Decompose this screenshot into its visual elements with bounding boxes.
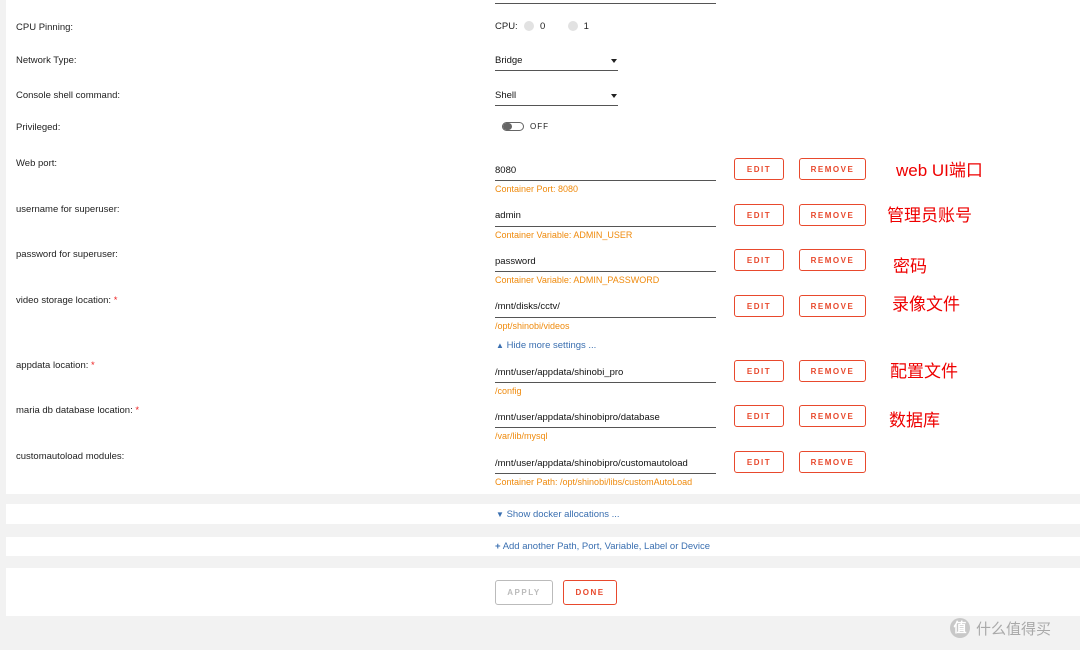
show-docker-allocations-link[interactable]: ▼ Show docker allocations ... [496, 509, 620, 520]
required-marker: * [135, 405, 140, 416]
autoload-edit-button[interactable]: EDIT [734, 451, 784, 473]
plus-icon: + [495, 541, 501, 552]
hide-more-settings-link[interactable]: ▲ Hide more settings ... [496, 340, 596, 351]
mariadb-remove-button[interactable]: REMOVE [799, 405, 866, 427]
mariadb-annotation: 数据库 [889, 411, 940, 430]
mariadb-hint: /var/lib/mysql [495, 431, 548, 441]
mariadb-underline [495, 427, 716, 428]
console-shell-label: Console shell command: [16, 90, 121, 101]
mariadb-input[interactable]: /mnt/user/appdata/shinobipro/database [495, 412, 660, 423]
cpu-0-radio[interactable] [524, 21, 535, 32]
username-underline [495, 226, 716, 227]
video-storage-remove-button[interactable]: REMOVE [799, 295, 866, 317]
autoload-input[interactable]: /mnt/user/appdata/shinobipro/customautol… [495, 458, 688, 469]
network-type-underline [495, 70, 618, 71]
privileged-label: Privileged: [16, 122, 61, 133]
appdata-annotation: 配置文件 [890, 362, 958, 381]
network-type-select[interactable]: Bridge [495, 50, 618, 70]
chevron-down-icon [611, 94, 617, 98]
video-storage-hint: /opt/shinobi/videos [495, 321, 570, 331]
autoload-underline [495, 473, 716, 474]
privileged-toggle[interactable] [502, 122, 524, 131]
mariadb-edit-button[interactable]: EDIT [734, 405, 784, 427]
console-shell-select[interactable]: Shell [495, 85, 618, 105]
username-annotation: 管理员账号 [887, 206, 972, 225]
password-underline [495, 271, 716, 272]
video-storage-edit-button[interactable]: EDIT [734, 295, 784, 317]
cpu-0-label: 0 [539, 21, 546, 32]
password-label: password for superuser: [16, 249, 118, 260]
watermark-text: 什么值得买 [976, 620, 1052, 638]
top-field-underline [495, 3, 716, 4]
cpu-prefix: CPU: [495, 21, 518, 32]
web-port-underline [495, 180, 716, 181]
web-port-remove-button[interactable]: REMOVE [799, 158, 866, 180]
required-marker: * [113, 295, 118, 306]
web-port-input[interactable]: 8080 [495, 165, 516, 176]
cpu-1-radio[interactable] [567, 21, 578, 32]
username-label: username for superuser: [16, 204, 120, 215]
privileged-state: OFF [530, 122, 549, 131]
autoload-hint: Container Path: /opt/shinobi/libs/custom… [495, 477, 693, 487]
add-another-link[interactable]: + Add another Path, Port, Variable, Labe… [495, 541, 710, 552]
console-shell-value: Shell [495, 90, 517, 101]
appdata-edit-button[interactable]: EDIT [734, 360, 784, 382]
chevron-down-icon [611, 59, 617, 63]
password-hint: Container Variable: ADMIN_PASSWORD [495, 275, 660, 285]
appdata-remove-button[interactable]: REMOVE [799, 360, 866, 382]
username-edit-button[interactable]: EDIT [734, 204, 784, 226]
autoload-remove-button[interactable]: REMOVE [799, 451, 866, 473]
done-button[interactable]: DONE [563, 580, 617, 605]
password-edit-button[interactable]: EDIT [734, 249, 784, 271]
network-type-value: Bridge [495, 55, 523, 66]
apply-button[interactable]: APPLY [495, 580, 553, 605]
video-storage-input[interactable]: /mnt/disks/cctv/ [495, 301, 560, 312]
appdata-underline [495, 382, 716, 383]
mariadb-label: maria db database location: * [16, 405, 140, 416]
cpu-pinning-label: CPU Pinning: [16, 22, 74, 33]
appdata-hint: /config [495, 386, 522, 396]
cpu-1-label: 1 [583, 21, 589, 32]
watermark: 值 什么值得买 [950, 616, 1072, 640]
chevron-up-icon: ▲ [496, 341, 504, 350]
password-remove-button[interactable]: REMOVE [799, 249, 866, 271]
required-marker: * [91, 360, 95, 371]
username-input[interactable]: admin [495, 210, 521, 221]
web-port-annotation: web UI端口 [896, 161, 983, 180]
web-port-label: Web port: [16, 158, 58, 169]
web-port-edit-button[interactable]: EDIT [734, 158, 784, 180]
autoload-label: customautoload modules: [16, 451, 125, 462]
video-storage-label: video storage location: * [16, 295, 118, 306]
cpu-pinning-control: CPU: 0 1 [495, 21, 589, 32]
web-port-hint: Container Port: 8080 [495, 184, 579, 194]
video-storage-underline [495, 317, 716, 318]
appdata-label: appdata location: * [16, 360, 95, 371]
password-input[interactable]: password [495, 256, 536, 267]
username-hint: Container Variable: ADMIN_USER [495, 230, 633, 240]
username-remove-button[interactable]: REMOVE [799, 204, 866, 226]
password-annotation: 密码 [893, 257, 927, 276]
watermark-logo-icon: 值 [950, 618, 970, 638]
video-storage-annotation: 录像文件 [892, 295, 960, 314]
appdata-input[interactable]: /mnt/user/appdata/shinobi_pro [495, 367, 623, 378]
console-shell-underline [495, 105, 618, 106]
toggle-knob [503, 123, 512, 130]
chevron-down-icon: ▼ [496, 510, 504, 519]
network-type-label: Network Type: [16, 55, 77, 66]
